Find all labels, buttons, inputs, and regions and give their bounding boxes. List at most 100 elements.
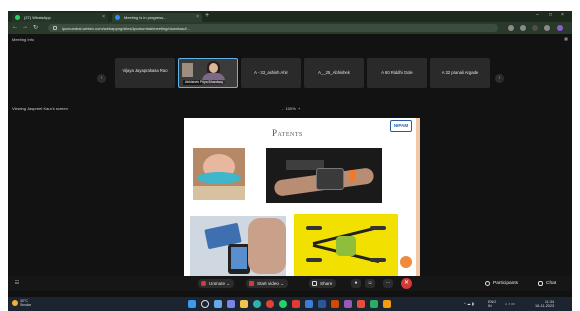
unmute-label: Unmute xyxy=(209,281,226,286)
chrome-icon[interactable] xyxy=(266,300,274,308)
participant-name: A__25_Abhishek xyxy=(318,70,350,75)
windows-start-icon[interactable] xyxy=(188,300,196,308)
system-icons[interactable]: ⌂ ♪ ▭ xyxy=(505,302,515,306)
whatsapp-icon xyxy=(15,15,20,20)
share-label: Share xyxy=(320,281,333,286)
app-icon[interactable] xyxy=(318,300,326,308)
zoom-in-button[interactable]: + xyxy=(298,106,300,111)
start-video-label: Start video xyxy=(257,281,279,286)
chat-label: Chat xyxy=(546,281,557,286)
share-button[interactable]: Share xyxy=(309,279,337,288)
windows-taskbar: 30°C Smoke ^ ☁ ▮ ENG IN ⌂ ♪ ▭ 11:34 16-1… xyxy=(8,297,572,311)
record-icon[interactable]: ● xyxy=(351,279,361,288)
whatsapp-taskbar-icon[interactable] xyxy=(279,300,287,308)
drone-image xyxy=(294,214,398,276)
shared-screen: Patents NIPAM xyxy=(184,118,420,280)
region-label: IN xyxy=(488,304,492,308)
new-tab-button[interactable]: + xyxy=(205,12,209,19)
file-explorer-icon[interactable] xyxy=(240,300,248,308)
clock[interactable]: 11:34 16-11-2023 xyxy=(535,300,554,308)
app-icon[interactable] xyxy=(331,300,339,308)
nipam-logo: NIPAM xyxy=(390,120,412,132)
zoom-control: - 100% + xyxy=(282,106,300,111)
weather-desc: Smoke xyxy=(20,303,32,307)
tab-title: Meeting is in progress... xyxy=(124,15,167,20)
close-window-icon[interactable]: × xyxy=(561,12,564,18)
chat-app-icon[interactable] xyxy=(227,300,235,308)
tab-meeting[interactable]: Meeting is in progress... × xyxy=(112,13,202,22)
app-icon[interactable] xyxy=(383,300,391,308)
app-icon[interactable] xyxy=(292,300,300,308)
participant-name: A 32 pranali Argade xyxy=(441,70,479,75)
participant-tile[interactable]: A__25_Abhishek xyxy=(304,58,364,88)
extension-icon[interactable] xyxy=(508,25,514,31)
participant-tile[interactable]: A - 33_ashish Ahir xyxy=(241,58,301,88)
participant-video-face xyxy=(209,63,218,73)
microphone-muted-icon xyxy=(201,281,206,286)
participants-label: Participants xyxy=(493,281,519,286)
date-label: 16-11-2023 xyxy=(535,304,555,308)
layout-icon[interactable]: ▦ xyxy=(564,36,568,41)
participant-tile[interactable]: Vijaya Jayaprakasa Rao xyxy=(115,58,175,88)
meeting-info-button[interactable]: Meeting Info xyxy=(12,37,34,42)
chat-icon xyxy=(538,281,543,286)
captions-icon[interactable]: ☷ xyxy=(12,279,22,288)
back-icon[interactable]: ← xyxy=(12,24,18,30)
participant-tile[interactable]: A 32 pranali Argade xyxy=(430,58,490,88)
participant-tile[interactable]: A 60 Riddhi Gole xyxy=(367,58,427,88)
zoom-level: 100% xyxy=(285,106,296,111)
app-icon[interactable] xyxy=(344,300,352,308)
address-input[interactable]: ipcmumbai.webex.com/webappng/sites/ipcmu… xyxy=(48,24,498,32)
participant-name: A - 33_ashish Ahir xyxy=(254,70,288,75)
chat-button[interactable]: Chat xyxy=(538,279,556,288)
edge-icon[interactable] xyxy=(253,300,261,308)
url-text: ipcmumbai.webex.com/webappng/sites/ipcmu… xyxy=(62,26,191,31)
profile-avatar[interactable] xyxy=(557,25,563,31)
task-view-icon[interactable] xyxy=(214,300,222,308)
extension-icon[interactable] xyxy=(544,25,550,31)
more-options-icon[interactable]: ⋯ xyxy=(383,279,393,288)
extension-icon[interactable] xyxy=(532,25,538,31)
screen: (27) WhatsApp × Meeting is in progress..… xyxy=(8,11,572,311)
search-icon[interactable] xyxy=(201,300,209,308)
participants-icon xyxy=(485,281,490,286)
tab-whatsapp[interactable]: (27) WhatsApp × xyxy=(12,13,108,22)
slide-title: Patents xyxy=(272,128,303,138)
start-video-button[interactable]: Start video ⌄ xyxy=(246,279,289,288)
app-icon[interactable] xyxy=(357,300,365,308)
participant-name: A 60 Riddhi Gole xyxy=(381,70,413,75)
close-icon[interactable]: × xyxy=(196,14,199,20)
viewing-label: Viewing Jaspreet Kaur's screen xyxy=(12,106,68,111)
extension-icon[interactable] xyxy=(520,25,526,31)
reactions-icon[interactable]: ☺ xyxy=(365,279,375,288)
language-indicator[interactable]: ENG IN xyxy=(488,300,496,308)
annotation-button[interactable] xyxy=(400,256,412,268)
zoom-out-button[interactable]: - xyxy=(282,106,283,111)
close-icon[interactable]: × xyxy=(102,14,105,20)
forward-icon[interactable]: → xyxy=(22,24,28,30)
webex-icon xyxy=(115,15,120,20)
participant-name: Vijaya Jayaprakasa Rao xyxy=(122,68,168,73)
meeting-app: Meeting Info ▦ ‹ Vijaya Jayaprakasa Rao … xyxy=(8,34,572,291)
chevron-right-icon[interactable]: › xyxy=(495,74,504,83)
maximize-icon[interactable]: □ xyxy=(549,12,552,18)
unmute-button[interactable]: Unmute ⌄ xyxy=(198,279,235,288)
app-icon[interactable] xyxy=(370,300,378,308)
smartwatch-image xyxy=(266,148,382,203)
contactless-payment-image xyxy=(190,216,286,276)
chevron-left-icon[interactable]: ‹ xyxy=(97,74,106,83)
slide-accent-band xyxy=(416,118,420,280)
weather-widget[interactable]: 30°C Smoke xyxy=(12,299,31,307)
app-icon[interactable] xyxy=(305,300,313,308)
leave-meeting-button[interactable]: ✕ xyxy=(401,278,412,289)
participant-name: Abhishek Priya Bhardwaj xyxy=(183,80,225,85)
minimize-icon[interactable]: – xyxy=(536,12,539,18)
cooling-cap-image xyxy=(193,148,245,200)
video-off-icon xyxy=(249,281,254,286)
browser-tab-strip: (27) WhatsApp × Meeting is in progress..… xyxy=(8,11,572,22)
participants-button[interactable]: Participants xyxy=(485,279,518,288)
address-bar-row: ← → ↻ ipcmumbai.webex.com/webappng/sites… xyxy=(8,22,572,34)
tray-icons[interactable]: ^ ☁ ▮ xyxy=(464,302,474,306)
participant-tile-self[interactable]: Abhishek Priya Bhardwaj xyxy=(178,58,238,88)
reload-icon[interactable]: ↻ xyxy=(33,24,38,31)
